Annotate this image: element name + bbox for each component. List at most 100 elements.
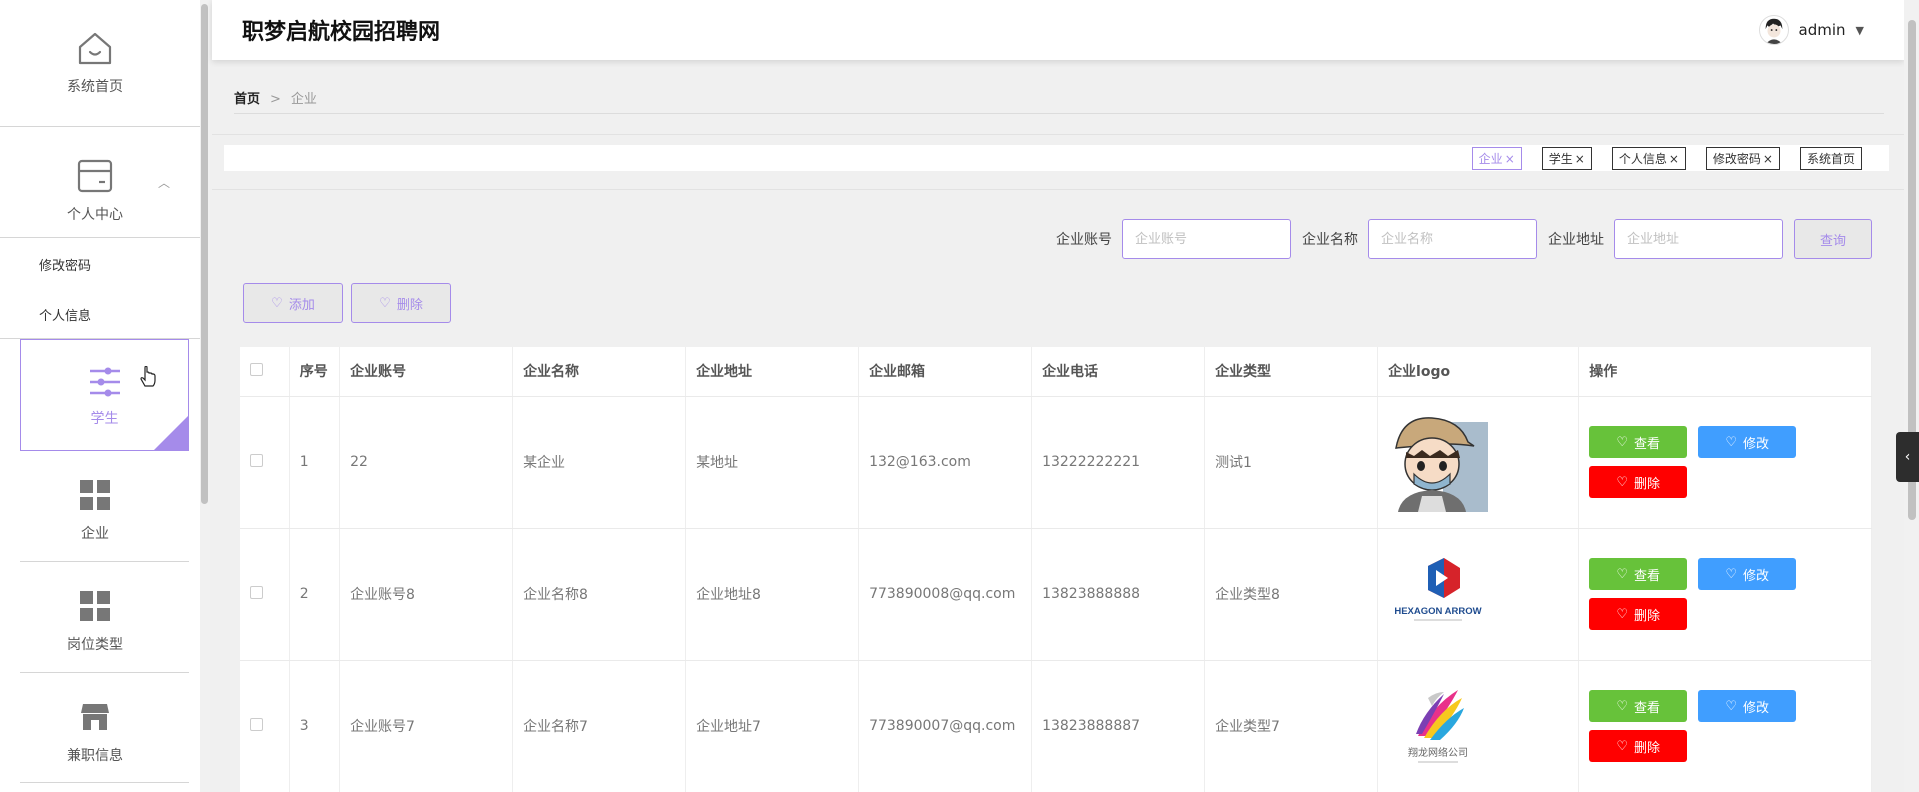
- delete-button[interactable]: ♡ 删除: [1589, 730, 1688, 762]
- sidebar-scrollbar[interactable]: [200, 0, 210, 792]
- tag-label: 学生: [1548, 152, 1573, 166]
- user-menu[interactable]: admin ▼: [1758, 15, 1864, 45]
- tag-company[interactable]: 企业 ×: [1471, 147, 1522, 170]
- username: admin: [1798, 21, 1846, 39]
- select-all-checkbox[interactable]: [250, 362, 263, 376]
- page-scrollbar[interactable]: [1904, 0, 1919, 792]
- row-checkbox[interactable]: [250, 453, 263, 467]
- view-button[interactable]: ♡ 查看: [1589, 426, 1688, 458]
- row-actions: ♡ 查看 ♡ 修改 ♡ 删除: [1589, 558, 1799, 630]
- sidebar-item-company[interactable]: 企业: [0, 475, 190, 543]
- column-header: 操作: [1578, 347, 1872, 397]
- sidebar-item-label: 学生: [90, 411, 119, 427]
- sidebar-item-job-type[interactable]: 岗位类型: [0, 586, 190, 654]
- view-label: 查看: [1634, 436, 1661, 452]
- table-row: 1 22 某企业 某地址 132@163.com 13222222221 测试1: [240, 396, 1872, 529]
- delete-button[interactable]: ♡ 删除: [1589, 598, 1688, 630]
- email-cell: 773890008@qq.com: [858, 528, 1033, 661]
- address-cell: 企业地址8: [685, 528, 860, 661]
- operations-cell: ♡ 查看 ♡ 修改 ♡ 删除: [1578, 396, 1872, 529]
- divider: [234, 113, 1884, 114]
- phone-cell: 13823888887: [1031, 660, 1206, 792]
- account-input[interactable]: [1122, 219, 1291, 259]
- sidebar-subitem-personal-info[interactable]: 个人信息: [39, 305, 91, 324]
- column-header: 企业名称: [512, 347, 687, 397]
- tags-list: 企业 × 学生 × 个人信息 × 修改密码 × 系统首页: [1471, 147, 1862, 170]
- type-cell: 企业类型7: [1204, 660, 1379, 792]
- view-label: 查看: [1634, 568, 1661, 584]
- heart-icon: ♡: [1616, 434, 1629, 450]
- collapse-panel-button[interactable]: ‹: [1896, 432, 1919, 482]
- chevron-left-icon: ‹: [1904, 449, 1911, 465]
- table-row: 2 企业账号8 企业名称8 企业地址8 773890008@qq.com 138…: [240, 528, 1872, 661]
- edit-label: 修改: [1743, 700, 1770, 716]
- view-button[interactable]: ♡ 查看: [1589, 690, 1688, 722]
- tag-home[interactable]: 系统首页: [1799, 147, 1862, 170]
- chevron-up-icon: ︿: [157, 176, 170, 190]
- edit-button[interactable]: ♡ 修改: [1698, 426, 1797, 458]
- sidebar-item-label: 个人中心: [67, 207, 123, 223]
- tag-change-password[interactable]: 修改密码 ×: [1705, 147, 1780, 170]
- heart-icon: ♡: [1616, 606, 1629, 622]
- sidebar-item-home[interactable]: 系统首页: [0, 28, 190, 96]
- index-cell: 1: [289, 396, 341, 529]
- heart-icon: ♡: [1725, 566, 1738, 582]
- edit-button[interactable]: ♡ 修改: [1698, 690, 1797, 722]
- close-icon[interactable]: ×: [1575, 152, 1585, 166]
- sidebar-item-student[interactable]: 学生: [20, 339, 189, 451]
- address-label: 企业地址: [1548, 232, 1604, 248]
- shop-icon: [75, 697, 115, 737]
- logo-cell: [1377, 396, 1580, 529]
- close-icon[interactable]: ×: [1505, 152, 1515, 166]
- view-label: 查看: [1634, 700, 1661, 716]
- column-header: 企业类型: [1204, 347, 1379, 397]
- name-cell: 企业名称7: [512, 660, 687, 792]
- divider: [20, 672, 189, 673]
- site-title: 职梦启航校园招聘网: [242, 20, 441, 45]
- row-checkbox[interactable]: [250, 585, 263, 599]
- column-header: 序号: [289, 347, 341, 397]
- edit-button[interactable]: ♡ 修改: [1698, 558, 1797, 590]
- divider: [20, 561, 189, 562]
- tags-bar: 企业 × 学生 × 个人信息 × 修改密码 × 系统首页: [224, 145, 1889, 171]
- row-select-cell: [240, 396, 290, 529]
- sidebar-item-label: 企业: [81, 526, 109, 542]
- email-cell: 132@163.com: [858, 396, 1033, 529]
- active-corner: [154, 416, 188, 450]
- divider: [0, 126, 210, 127]
- grid-icon: [75, 586, 115, 626]
- close-icon[interactable]: ×: [1669, 152, 1679, 166]
- tag-label: 个人信息: [1618, 152, 1667, 166]
- row-select-cell: [240, 660, 290, 792]
- view-button[interactable]: ♡ 查看: [1589, 558, 1688, 590]
- sidebar-item-personal[interactable]: 个人中心 ︿: [0, 156, 190, 224]
- row-checkbox[interactable]: [250, 717, 263, 731]
- heart-icon: ♡: [1616, 698, 1629, 714]
- tag-student[interactable]: 学生 ×: [1541, 147, 1592, 170]
- delete-button[interactable]: ♡ 删除: [1589, 466, 1688, 498]
- breadcrumb-home[interactable]: 首页: [234, 92, 260, 107]
- tag-personal-info[interactable]: 个人信息 ×: [1611, 147, 1686, 170]
- sidebar-item-label: 系统首页: [67, 79, 123, 95]
- sidebar-item-part-time[interactable]: 兼职信息: [0, 697, 190, 765]
- divider: [212, 189, 1904, 190]
- batch-delete-button[interactable]: ♡ 删除: [351, 283, 451, 323]
- avatar-cartoon-icon: [1388, 412, 1489, 512]
- add-button[interactable]: ♡ 添加: [243, 283, 343, 323]
- tag-label: 企业: [1478, 152, 1503, 166]
- query-button[interactable]: 查询: [1794, 219, 1872, 259]
- delete-label: 删除: [1634, 476, 1661, 492]
- phone-cell: 13222222221: [1031, 396, 1206, 529]
- scrollbar-thumb[interactable]: [201, 4, 208, 504]
- name-cell: 企业名称8: [512, 528, 687, 661]
- top-header: 职梦启航校园招聘网 admin ▼: [212, 0, 1904, 60]
- divider: [20, 782, 189, 783]
- index-cell: 2: [289, 528, 341, 661]
- row-actions: ♡ 查看 ♡ 修改 ♡ 删除: [1589, 426, 1799, 498]
- tag-label: 修改密码: [1712, 152, 1761, 166]
- name-input[interactable]: [1368, 219, 1537, 259]
- delete-label: 删除: [1634, 608, 1661, 624]
- close-icon[interactable]: ×: [1763, 152, 1773, 166]
- address-input[interactable]: [1614, 219, 1783, 259]
- sidebar-subitem-change-password[interactable]: 修改密码: [39, 255, 91, 274]
